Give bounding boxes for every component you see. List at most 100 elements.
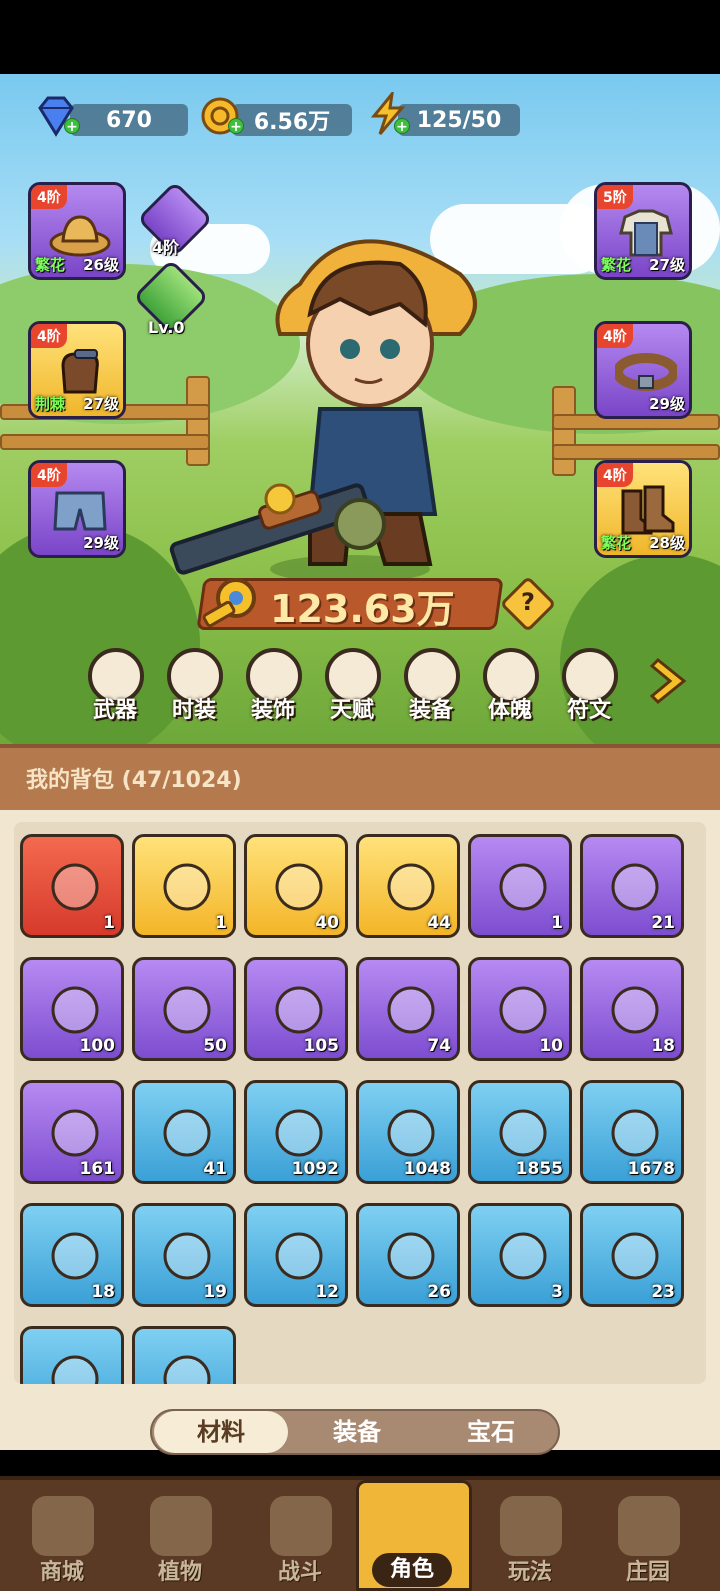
category-weapon[interactable]: 武器 [82,648,148,723]
category-physique[interactable]: 体魄 [477,648,543,723]
bag-item[interactable]: 1092 [244,1080,348,1184]
category-label: 天赋 [329,698,374,723]
hat-blueprint-icon [163,1232,211,1280]
gold-drop-icon [611,986,659,1034]
crystal-icon [51,1109,99,1157]
shop-icon [32,1496,94,1556]
bag-item[interactable] [132,1326,236,1384]
bag-item[interactable]: 23 [580,1203,684,1307]
add-gold-icon[interactable]: + [228,118,244,135]
bag-item[interactable]: 1855 [468,1080,572,1184]
equip-slot-belt[interactable]: 4阶 29级 [594,321,692,419]
nav-item[interactable]: 商城 [12,1496,112,1591]
level-label: 26级 [83,256,119,274]
help-question-mark: ? [521,588,535,616]
tier-badge: 4阶 [31,463,67,487]
add-gems-icon[interactable]: + [64,118,80,135]
item-count: 100 [79,1036,116,1056]
item-count: 12 [315,1282,339,1302]
bag-item[interactable]: 3 [468,1203,572,1307]
bag-item[interactable]: 1678 [580,1080,684,1184]
item-count: 18 [91,1282,115,1302]
bag-item[interactable]: 1048 [356,1080,460,1184]
nav-label: 商城 [39,1560,84,1585]
add-energy-icon[interactable]: + [394,118,410,135]
item-count: 3 [551,1282,563,1302]
category-decoration[interactable]: 装饰 [240,648,306,723]
item-count: 41 [203,1159,227,1179]
equip-slot-shorts[interactable]: 4阶 29级 [28,460,126,558]
category-label: 装备 [408,698,453,723]
gameplay-icon [500,1496,562,1556]
item-count: 1 [215,913,227,933]
item-count: 23 [651,1282,675,1302]
bag-item[interactable]: 18 [580,957,684,1061]
bag-item[interactable]: 105 [244,957,348,1061]
level-label: 29级 [649,395,685,413]
energy-counter: 125/50 [398,104,520,136]
item-count: 10 [539,1036,563,1056]
bag-item[interactable]: 12 [244,1203,348,1307]
quality-label: 荆棘 [35,395,66,413]
bag-item[interactable]: 41 [132,1080,236,1184]
nav-item[interactable]: 玩法 [480,1496,580,1591]
bag-item[interactable]: 1 [468,834,572,938]
category-label: 武器 [92,698,137,723]
category-rune[interactable]: 符文 [556,648,622,723]
spell-book-icon [387,863,435,911]
gems-value: 670 [106,107,152,133]
bag-item[interactable]: 1 [132,834,236,938]
nav-label: 玩法 [507,1560,552,1585]
farmer-character[interactable] [160,214,500,584]
category-fashion[interactable]: 时装 [161,648,227,723]
level-label: 27级 [83,395,119,413]
bag-item[interactable]: 19 [132,1203,236,1307]
bag-item[interactable]: 44 [356,834,460,938]
bag-item[interactable]: 100 [20,957,124,1061]
item-count: 1678 [627,1159,675,1179]
tab-equipment[interactable]: 装备 [290,1411,424,1453]
bag-item[interactable]: 21 [580,834,684,938]
bag-item[interactable]: 50 [132,957,236,1061]
battle-icon [270,1496,332,1556]
item-count: 1092 [291,1159,339,1179]
equip-slot-top[interactable]: 5阶 繁花 27级 [594,182,692,280]
fence-post [552,386,576,476]
gold-value: 6.56万 [253,110,331,135]
item-count: 50 [203,1036,227,1056]
chevron-right-icon[interactable] [650,656,690,706]
category-equipment[interactable]: 装备 [398,648,464,723]
nav-item[interactable]: 植物 [130,1496,230,1591]
green-scroll-icon [611,863,659,911]
water-scroll-icon [163,986,211,1034]
bag-item[interactable]: 18 [20,1203,124,1307]
blueprint-icon [51,1355,99,1384]
bag-item[interactable]: 74 [356,957,460,1061]
belt-icon [615,353,677,391]
pants-blueprint-icon [387,1232,435,1280]
straw-hat-icon [49,215,111,257]
gold-key-icon [163,863,211,911]
key-icon [202,578,256,628]
fire-orb-icon [499,1109,547,1157]
combat-power: 123.63万 [270,587,455,631]
equip-slot-hat[interactable]: 4阶 繁花 26级 [28,182,126,280]
nav-item[interactable]: 角色 [362,1496,462,1591]
lightning-scroll-icon [387,986,435,1034]
bag-item[interactable]: 26 [356,1203,460,1307]
bag-item[interactable]: 1 [20,834,124,938]
tab-materials[interactable]: 材料 [154,1411,288,1453]
equip-slot-gloves[interactable]: 4阶 荆棘 27级 [28,321,126,419]
equip-slot-boots[interactable]: 4阶 繁花 28级 [594,460,692,558]
bag-item[interactable]: 10 [468,957,572,1061]
tab-gems[interactable]: 宝石 [424,1411,558,1453]
nav-item[interactable]: 战斗 [250,1496,350,1591]
item-count: 74 [427,1036,451,1056]
category-talent[interactable]: 天赋 [319,648,385,723]
bag-item[interactable]: 40 [244,834,348,938]
level-label: 27级 [649,256,685,274]
nav-item[interactable]: 庄园 [598,1496,698,1591]
shorts-icon [53,491,107,531]
bag-item[interactable] [20,1326,124,1384]
bag-item[interactable]: 161 [20,1080,124,1184]
